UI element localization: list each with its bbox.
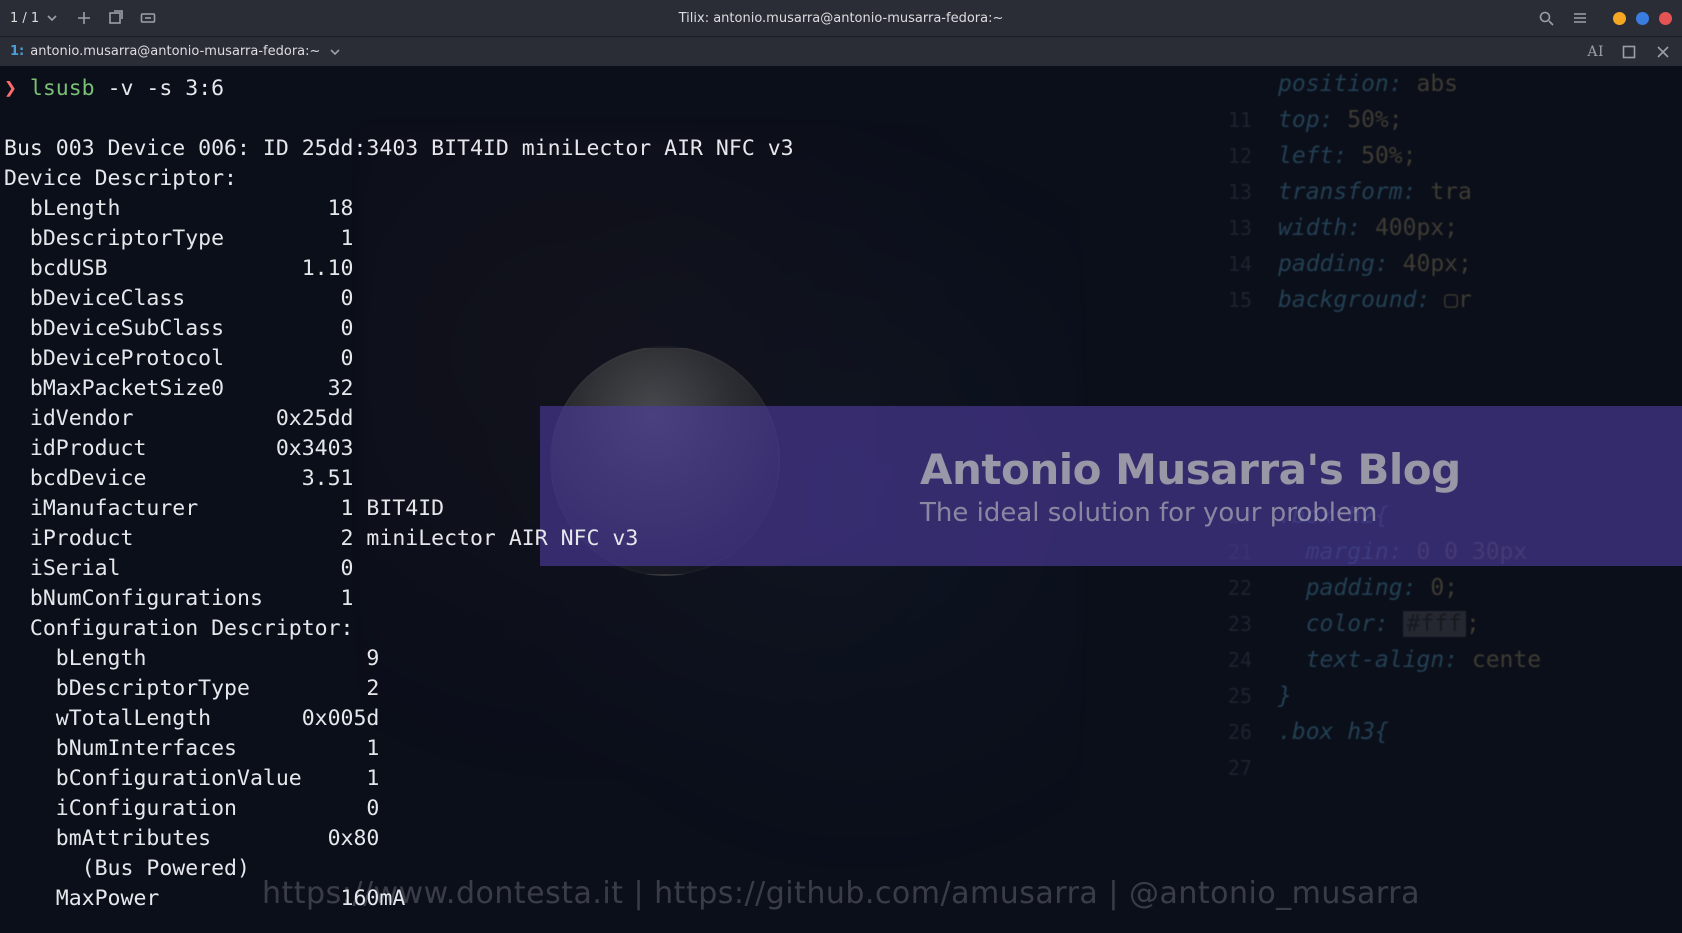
tab-index: 1: [10,44,24,59]
tab-bar: 1: antonio.musarra@antonio-musarra-fedor… [0,36,1682,66]
close-button[interactable] [1659,12,1672,25]
app-window: 1 / 1 Tilix: antonio.musarra@antonio-mus… [0,0,1682,933]
titlebar: 1 / 1 Tilix: antonio.musarra@antonio-mus… [0,0,1682,36]
minimize-button[interactable] [1613,12,1626,25]
terminal-output[interactable]: ❯ lsusb -v -s 3:6 Bus 003 Device 006: ID… [0,66,1682,922]
pane-maximize-icon[interactable] [1620,43,1638,61]
ai-badge[interactable]: AI [1587,44,1604,60]
session-counter[interactable]: 1 / 1 [10,9,61,27]
hamburger-menu-icon[interactable] [1571,9,1589,27]
pane-close-icon[interactable] [1654,43,1672,61]
session-counter-text: 1 / 1 [10,11,39,26]
maximize-button[interactable] [1636,12,1649,25]
terminal-tab[interactable]: 1: antonio.musarra@antonio-musarra-fedor… [6,41,348,63]
sync-input-button[interactable] [139,9,157,27]
tab-label: antonio.musarra@antonio-musarra-fedora:~ [30,44,320,59]
window-controls [1613,12,1672,25]
window-title: Tilix: antonio.musarra@antonio-musarra-f… [0,11,1682,26]
chevron-down-icon[interactable] [43,9,61,27]
tab-menu-chevron-icon[interactable] [326,43,344,61]
search-icon[interactable] [1537,9,1555,27]
new-window-button[interactable] [107,9,125,27]
add-terminal-button[interactable] [75,9,93,27]
terminal-pane[interactable]: position: abs 11top: 50%; 12left: 50%; 1… [0,66,1682,933]
